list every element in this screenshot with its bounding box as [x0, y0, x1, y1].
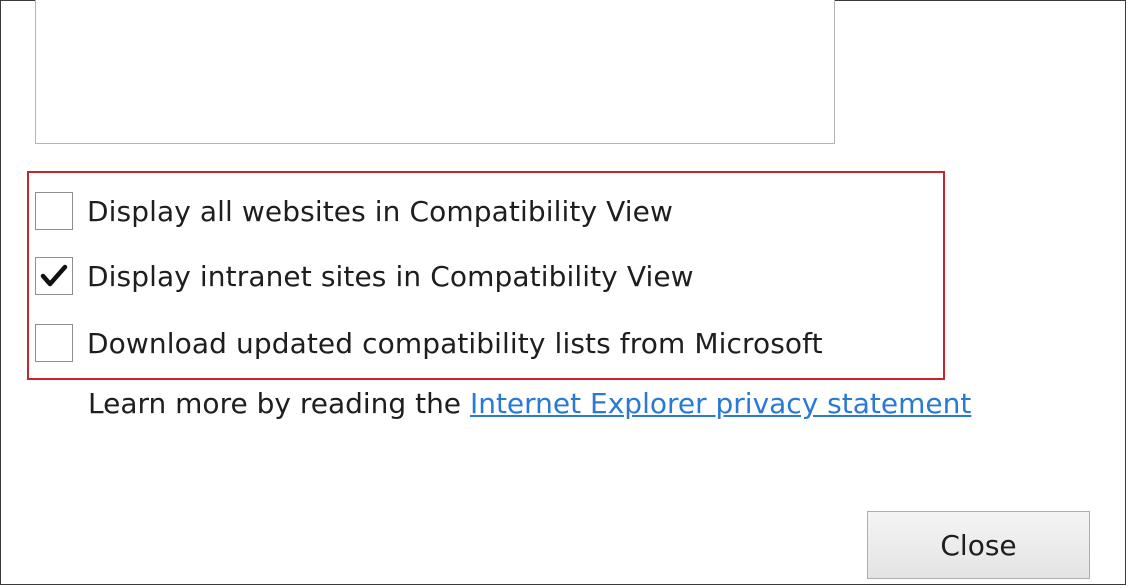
checkbox-display-all[interactable] — [35, 192, 73, 230]
option-label: Display intranet sites in Compatibility … — [87, 259, 694, 293]
learn-more-text: Learn more by reading the Internet Explo… — [88, 387, 971, 420]
learn-more-prefix: Learn more by reading the — [88, 387, 462, 420]
option-download-lists[interactable]: Download updated compatibility lists fro… — [35, 323, 823, 363]
option-display-intranet[interactable]: Display intranet sites in Compatibility … — [35, 256, 694, 296]
privacy-statement-link[interactable]: Internet Explorer privacy statement — [470, 387, 971, 420]
close-button[interactable]: Close — [867, 511, 1090, 579]
checkmark-icon — [40, 264, 68, 287]
option-label: Display all websites in Compatibility Vi… — [87, 194, 673, 228]
websites-list[interactable] — [35, 0, 835, 144]
option-label: Download updated compatibility lists fro… — [87, 326, 823, 360]
checkbox-display-intranet[interactable] — [35, 257, 73, 295]
dialog-frame: Display all websites in Compatibility Vi… — [0, 0, 1126, 585]
option-display-all[interactable]: Display all websites in Compatibility Vi… — [35, 191, 673, 231]
checkbox-download-lists[interactable] — [35, 324, 73, 362]
